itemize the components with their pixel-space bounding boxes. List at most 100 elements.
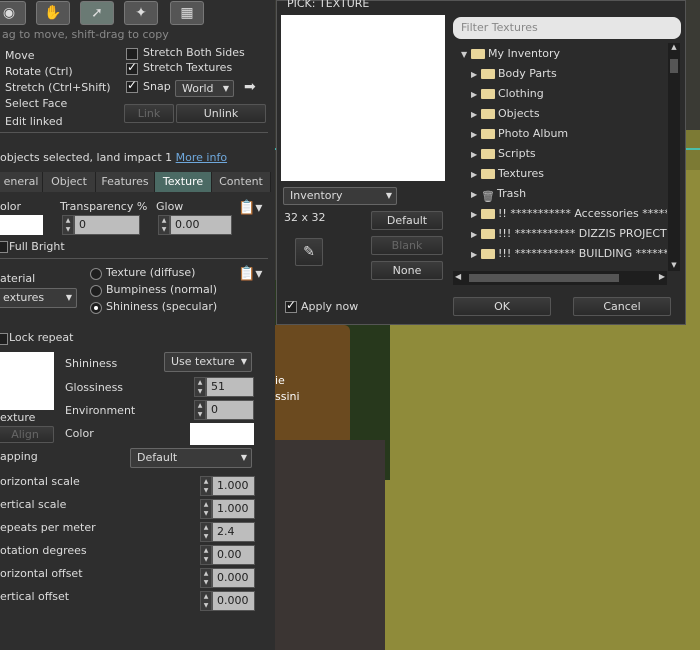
create-tool-icon[interactable]: ✦ [124, 1, 158, 25]
filter-textures-input[interactable]: Filter Textures [453, 17, 681, 39]
chevron-right-icon[interactable]: ▶ [471, 206, 481, 224]
specular-color-swatch[interactable] [190, 423, 254, 445]
ok-button[interactable]: OK [453, 297, 551, 316]
tab-general[interactable]: eneral [0, 172, 43, 192]
shininess-radio[interactable] [90, 302, 102, 314]
arrow-right-icon[interactable]: ➡ [244, 79, 256, 95]
chevron-right-icon[interactable]: ▶ [471, 146, 481, 164]
mapping-dropdown[interactable]: Default ▼ [130, 448, 252, 468]
clipboard-icon[interactable]: 📋▾ [238, 200, 262, 216]
link-button[interactable]: Link [124, 104, 174, 123]
chevron-down-icon[interactable]: ▼ [461, 46, 471, 64]
horizontal-scale-field[interactable]: 1.000 [212, 476, 255, 496]
repeats-field[interactable]: 2.4 [212, 522, 255, 542]
rotation-field[interactable]: 0.00 [212, 545, 255, 565]
tree-vertical-scrollbar[interactable]: ▲ ▼ [668, 43, 680, 271]
mode-stretch[interactable]: Stretch (Ctrl+Shift) [5, 81, 111, 94]
align-button[interactable]: Align [0, 426, 54, 443]
scroll-left-icon[interactable]: ◀ [455, 272, 461, 281]
chevron-right-icon[interactable]: ▶ [471, 66, 481, 84]
chevron-right-icon[interactable]: ▶ [471, 126, 481, 144]
chevron-right-icon[interactable]: ▶ [471, 166, 481, 184]
tree-item-accessories[interactable]: ▶ !! *********** Accessories ***** [471, 205, 667, 223]
inventory-tree[interactable]: ▼ My Inventory ▶ Body Parts ▶ Clothing ▶ Obj… [453, 43, 667, 269]
lock-repeat-checkbox[interactable] [0, 333, 8, 345]
glow-spinner[interactable]: ▲ ▼ [158, 215, 170, 235]
glossiness-spinner[interactable]: ▲ ▼ [194, 377, 206, 397]
hscroll-thumb[interactable] [469, 274, 619, 282]
snap-dropdown[interactable]: World ▼ [175, 80, 234, 97]
transparency-spinner[interactable]: ▲ ▼ [62, 215, 74, 235]
clipboard-icon-2[interactable]: 📋▾ [238, 266, 262, 282]
tree-item-building[interactable]: ▶ !!! *********** BUILDING ******* [471, 245, 667, 263]
tree-item-objects[interactable]: ▶ Objects [471, 105, 540, 123]
stretch-textures-checkbox[interactable] [126, 60, 138, 75]
bumpiness-radio[interactable] [90, 285, 102, 297]
texture-preview[interactable] [0, 352, 54, 410]
chevron-right-icon[interactable]: ▶ [471, 246, 481, 264]
environment-spinner[interactable]: ▲ ▼ [194, 400, 206, 420]
vertical-scale-field[interactable]: 1.000 [212, 499, 255, 519]
chevron-right-icon[interactable]: ▶ [471, 86, 481, 104]
unlink-button[interactable]: Unlink [176, 104, 266, 123]
focus-tool-icon[interactable]: ◉ [0, 1, 26, 25]
color-swatch[interactable] [0, 215, 43, 235]
param-spinner[interactable]: ▲ ▼ [200, 591, 212, 611]
tree-item-my-inventory[interactable]: ▼ My Inventory [461, 45, 560, 63]
vertical-offset-field[interactable]: 0.000 [212, 591, 255, 611]
chevron-right-icon[interactable]: ▶ [471, 226, 481, 244]
texture-picker-dialog: PICK: TEXTURE Filter Textures Inventory ▼… [276, 0, 686, 325]
param-spinner[interactable]: ▲ ▼ [200, 568, 212, 588]
texture-label: exture [0, 411, 36, 424]
glossiness-field[interactable]: 51 [206, 377, 254, 397]
tree-item-scripts[interactable]: ▶ Scripts [471, 145, 536, 163]
tree-item-trash[interactable]: ▶ 🗑 Trash [471, 185, 526, 203]
tree-horizontal-scrollbar[interactable]: ◀ ▶ [453, 271, 667, 285]
tree-item-textures[interactable]: ▶ Textures [471, 165, 544, 183]
edit-tool-icon[interactable]: ➚ [80, 1, 114, 25]
stretch-both-checkbox[interactable] [126, 48, 138, 60]
snap-checkbox[interactable] [126, 78, 138, 93]
mode-move[interactable]: Move [5, 49, 35, 62]
scroll-down-icon[interactable]: ▼ [669, 261, 679, 269]
texture-diffuse-radio[interactable] [90, 268, 102, 280]
blank-button[interactable]: Blank [371, 236, 443, 255]
param-spinner[interactable]: ▲ ▼ [200, 522, 212, 542]
scroll-up-icon[interactable]: ▲ [669, 43, 679, 51]
color2-label: Color [65, 427, 94, 440]
tab-object[interactable]: Object [43, 172, 96, 192]
eyedropper-icon[interactable]: ✎ [295, 238, 323, 266]
shininess-dropdown[interactable]: Use texture ▼ [164, 352, 252, 372]
param-spinner[interactable]: ▲ ▼ [200, 499, 212, 519]
land-tool-icon[interactable]: ▦ [170, 1, 204, 25]
mode-select-face[interactable]: Select Face [5, 97, 67, 110]
move-tool-icon[interactable]: ✋ [36, 1, 70, 25]
chevron-right-icon[interactable]: ▶ [471, 186, 481, 204]
cancel-button[interactable]: Cancel [573, 297, 671, 316]
tree-item-body-parts[interactable]: ▶ Body Parts [471, 65, 557, 83]
tree-item-photo-album[interactable]: ▶ Photo Album [471, 125, 568, 143]
environment-field[interactable]: 0 [206, 400, 254, 420]
apply-now-checkbox[interactable] [285, 298, 297, 313]
tab-content[interactable]: Content [212, 172, 271, 192]
scroll-thumb[interactable] [670, 59, 678, 73]
full-bright-checkbox[interactable] [0, 241, 8, 253]
glow-field[interactable]: 0.00 [170, 215, 232, 235]
material-dropdown[interactable]: extures ▼ [0, 288, 77, 308]
tree-item-dizzis-projects[interactable]: ▶ !!! *********** DIZZIS PROJECTS [471, 225, 667, 243]
transparency-field[interactable]: 0 [74, 215, 140, 235]
edit-linked[interactable]: Edit linked [5, 115, 63, 128]
scroll-right-icon[interactable]: ▶ [659, 272, 665, 281]
horizontal-offset-field[interactable]: 0.000 [212, 568, 255, 588]
tab-texture[interactable]: Texture [155, 172, 212, 192]
tab-features[interactable]: Features [96, 172, 155, 192]
default-button[interactable]: Default [371, 211, 443, 230]
more-info-link[interactable]: More info [176, 151, 227, 164]
source-dropdown[interactable]: Inventory ▼ [283, 187, 397, 205]
mode-rotate[interactable]: Rotate (Ctrl) [5, 65, 73, 78]
tree-item-clothing[interactable]: ▶ Clothing [471, 85, 544, 103]
chevron-right-icon[interactable]: ▶ [471, 106, 481, 124]
none-button[interactable]: None [371, 261, 443, 280]
param-spinner[interactable]: ▲ ▼ [200, 545, 212, 565]
param-spinner[interactable]: ▲ ▼ [200, 476, 212, 496]
